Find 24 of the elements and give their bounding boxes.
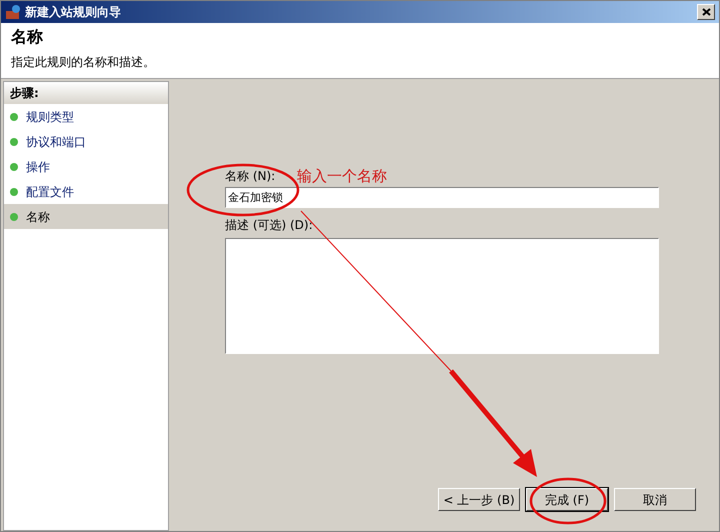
- step-bullet-icon: [10, 138, 18, 146]
- page-subtitle: 指定此规则的名称和描述。: [11, 54, 156, 71]
- close-button[interactable]: [697, 4, 715, 20]
- description-field[interactable]: [225, 238, 659, 354]
- step-bullet-icon: [10, 112, 18, 120]
- wizard-button[interactable]: 取消: [614, 488, 696, 511]
- close-icon: [702, 8, 710, 16]
- step-item[interactable]: 名称: [4, 204, 168, 229]
- name-field[interactable]: 金石加密锁: [225, 187, 659, 208]
- wizard-button[interactable]: < 上一步 (B): [438, 488, 520, 511]
- annotation-text: 输入一个名称: [297, 167, 388, 185]
- window-title: 新建入站规则向导: [25, 4, 121, 21]
- description-label: 描述 (可选) (D):: [225, 217, 314, 234]
- step-bullet-icon: [10, 188, 18, 196]
- step-item[interactable]: 操作: [4, 154, 168, 179]
- step-bullet-icon: [10, 212, 18, 220]
- wizard-button[interactable]: 完成 (F): [526, 488, 608, 511]
- step-item[interactable]: 配置文件: [4, 179, 168, 204]
- step-bullet-icon: [10, 162, 18, 170]
- page-title: 名称: [11, 27, 44, 47]
- step-item[interactable]: 规则类型: [4, 104, 168, 129]
- steps-heading: 步骤:: [10, 85, 39, 102]
- name-label: 名称 (N):: [225, 168, 276, 185]
- step-item[interactable]: 协议和端口: [4, 129, 168, 154]
